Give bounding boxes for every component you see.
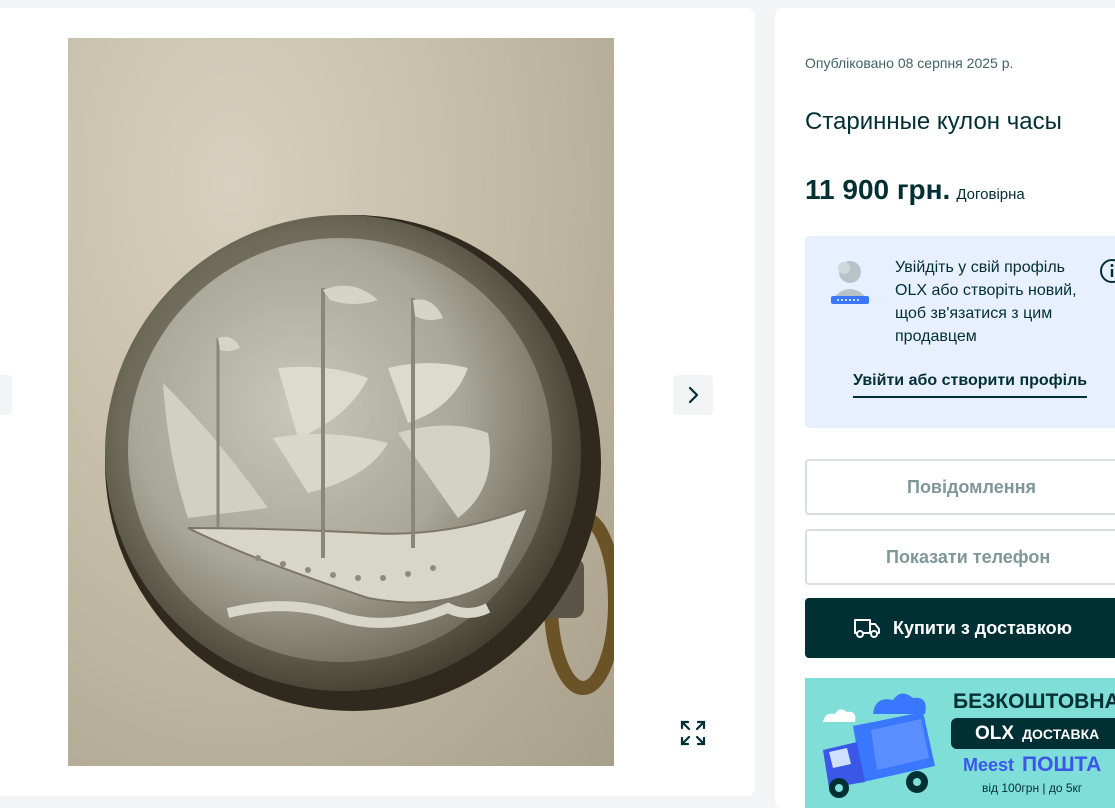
ad-title: Старинные кулон часы [805,108,1062,135]
meest-logo: Meest [963,755,1015,775]
delivery-truck-illustration [823,693,935,798]
photo-gallery [0,8,755,796]
fullscreen-button[interactable] [673,713,713,753]
buy-with-delivery-button[interactable]: Купити з доставкою [805,598,1115,658]
price-row: 11 900 грн. Договірна [805,174,1025,206]
banner-headline: БЕЗКОШТОВНА [953,690,1115,713]
olx-delivery-badge: OLX ДОСТАВКА [951,718,1115,749]
user-avatar-icon [831,261,869,304]
ad-details-panel: Опубліковано 08 серпня 2025 р. Старинные… [775,8,1115,808]
pocket-watch-image [105,215,614,711]
login-prompt: Увійдіть у свій профіль OLX або створіть… [805,236,1115,428]
delivery-terms: від 100грн | до 5кг [982,781,1083,795]
meest-brand: Meest ПОШТА [963,753,1101,777]
message-button[interactable]: Повідомлення [805,459,1115,515]
listing-photo[interactable] [68,38,614,766]
chevron-right-icon [688,386,699,404]
free-delivery-banner[interactable]: БЕЗКОШТОВНА OLX ДОСТАВКА Meest ПОШТА від… [805,678,1115,808]
previous-photo-button[interactable] [0,375,12,415]
meest-poshta-label: ПОШТА [1022,753,1102,776]
next-photo-button[interactable] [673,375,713,415]
price: 11 900 грн. [805,174,951,205]
show-phone-button[interactable]: Показати телефон [805,529,1115,585]
published-date: Опубліковано 08 серпня 2025 р. [805,55,1014,71]
buy-button-label: Купити з доставкою [893,617,1072,638]
truck-icon [854,619,880,638]
negotiable-label: Договірна [956,186,1025,203]
login-or-register-link[interactable]: Увійти або створити профіль [853,372,1088,398]
expand-icon [680,720,706,746]
olx-logo: OLX [975,722,1015,744]
info-icon[interactable] [1099,258,1115,284]
login-prompt-text: Увійдіть у свій профіль OLX або створіть… [895,259,1077,345]
delivery-label: ДОСТАВКА [1022,725,1100,742]
